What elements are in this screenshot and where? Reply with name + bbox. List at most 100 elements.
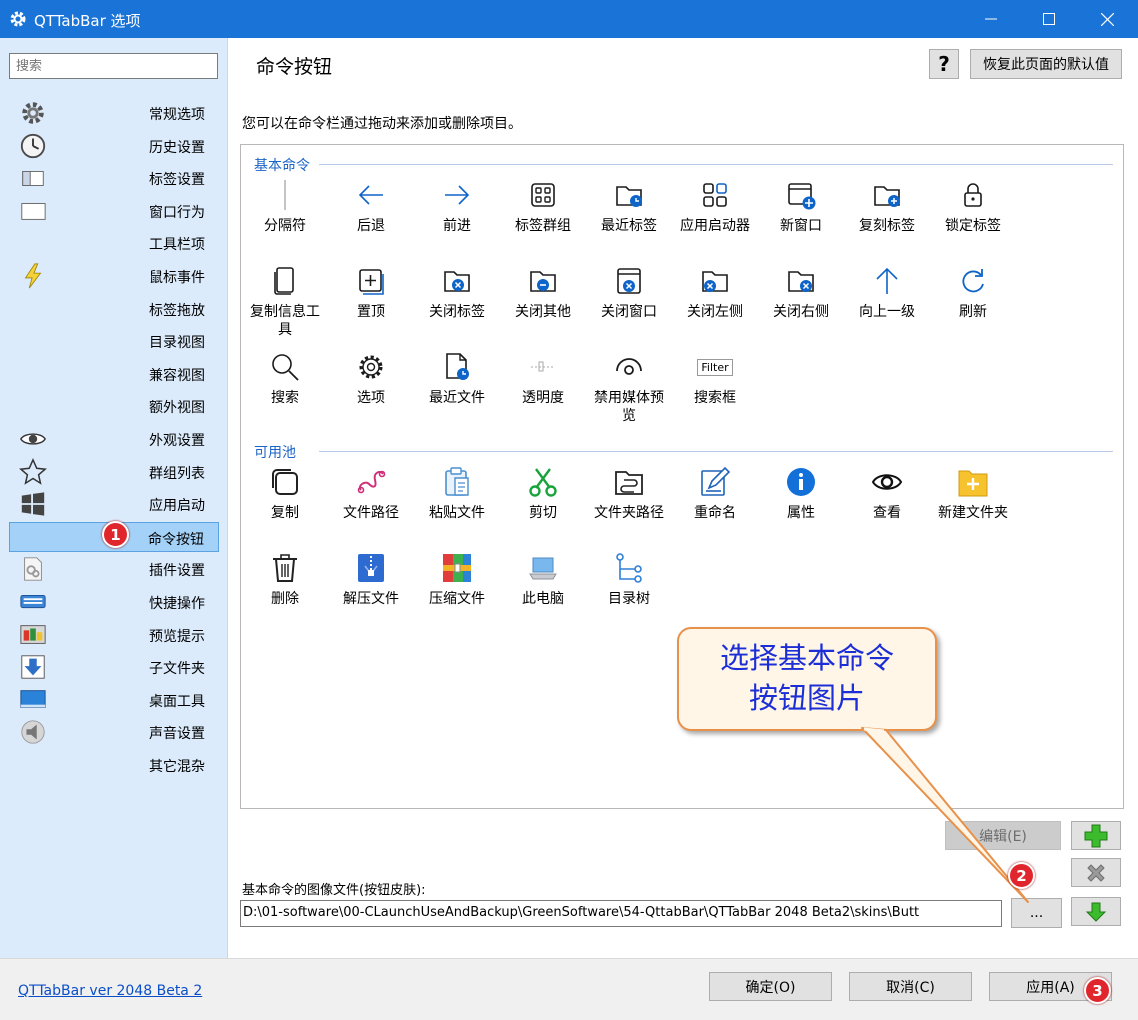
sidebar-item[interactable]: 子文件夹 bbox=[9, 652, 219, 682]
sidebar: 常规选项历史设置标签设置窗口行为工具栏项鼠标事件标签拖放目录视图兼容视图额外视图… bbox=[0, 38, 228, 958]
sidebar-item-label: 常规选项 bbox=[149, 107, 205, 123]
sidebar-item[interactable]: 历史设置 bbox=[9, 131, 219, 161]
add-button[interactable] bbox=[1071, 821, 1121, 850]
close-others-icon bbox=[500, 263, 586, 299]
version-link[interactable]: QTTabBar ver 2048 Beta 2 bbox=[18, 983, 202, 999]
move-down-button[interactable] bbox=[1071, 897, 1121, 926]
command-item[interactable]: 置顶 bbox=[328, 263, 414, 321]
sidebar-item[interactable]: 额外视图 bbox=[9, 391, 219, 421]
sidebar-item-label: 群组列表 bbox=[149, 465, 205, 482]
command-label: 透明度 bbox=[522, 390, 564, 406]
command-item[interactable]: 最近文件 bbox=[414, 349, 500, 407]
sidebar-item[interactable]: 窗口行为 bbox=[9, 196, 219, 226]
sidebar-item-label: 鼠标事件 bbox=[149, 270, 205, 286]
sidebar-item-label: 其它混杂 bbox=[149, 759, 205, 775]
sidebar-item[interactable]: 群组列表 bbox=[9, 457, 219, 487]
command-item[interactable]: 后退 bbox=[328, 177, 414, 235]
sidebar-item[interactable]: 标签拖放 bbox=[9, 294, 219, 324]
command-item[interactable]: 前进 bbox=[414, 177, 500, 235]
separator-icon bbox=[242, 177, 328, 213]
command-label: 应用启动器 bbox=[680, 218, 750, 234]
sidebar-item[interactable]: 桌面工具 bbox=[9, 685, 219, 715]
help-button[interactable]: ? bbox=[929, 49, 959, 79]
command-item[interactable]: 搜索 bbox=[242, 349, 328, 407]
browse-button[interactable]: ... bbox=[1011, 898, 1062, 928]
edit-button[interactable]: 编辑(E) bbox=[945, 821, 1061, 850]
command-label: 选项 bbox=[357, 390, 385, 406]
command-item[interactable]: 关闭标签 bbox=[414, 263, 500, 321]
sidebar-item[interactable]: 应用启动 bbox=[9, 489, 219, 519]
command-item[interactable]: 压缩文件 bbox=[414, 550, 500, 608]
command-label: 文件夹路径 bbox=[594, 505, 664, 521]
lightning-icon bbox=[18, 262, 48, 290]
command-item[interactable]: 关闭右侧 bbox=[758, 263, 844, 321]
command-item[interactable]: 查看 bbox=[844, 464, 930, 522]
command-item[interactable]: 标签群组 bbox=[500, 177, 586, 235]
command-item[interactable]: 分隔符 bbox=[242, 177, 328, 235]
cancel-button[interactable]: 取消(C) bbox=[849, 972, 972, 1001]
sidebar-item[interactable]: 工具栏项 bbox=[9, 228, 219, 258]
sidebar-item-label: 目录视图 bbox=[149, 335, 205, 352]
command-item[interactable]: 重命名 bbox=[672, 464, 758, 522]
command-item[interactable]: 新建文件夹 bbox=[930, 464, 1016, 522]
command-item[interactable]: Filter 搜索框 bbox=[672, 349, 758, 407]
command-label: 重命名 bbox=[694, 505, 736, 521]
window-icon bbox=[18, 197, 48, 225]
command-item[interactable]: 关闭左侧 bbox=[672, 263, 758, 321]
command-item[interactable]: 刷新 bbox=[930, 263, 1016, 321]
command-item[interactable]: 此电脑 bbox=[500, 550, 586, 608]
command-item[interactable]: 选项 bbox=[328, 349, 414, 407]
sidebar-item[interactable]: 鼠标事件 bbox=[9, 261, 219, 291]
skin-path-field[interactable]: D:\01-software\00-CLaunchUseAndBackup\Gr… bbox=[240, 900, 1002, 927]
command-item[interactable]: 复刻标签 bbox=[844, 177, 930, 235]
search-input[interactable] bbox=[9, 53, 218, 79]
compress-icon bbox=[414, 550, 500, 586]
command-item[interactable]: 锁定标签 bbox=[930, 177, 1016, 235]
sidebar-item-label: 标签设置 bbox=[149, 172, 205, 189]
rename-icon bbox=[672, 464, 758, 500]
search-icon bbox=[242, 349, 328, 385]
close-button[interactable] bbox=[1082, 0, 1132, 38]
command-item[interactable]: 解压文件 bbox=[328, 550, 414, 608]
command-item[interactable]: 新窗口 bbox=[758, 177, 844, 235]
sidebar-item[interactable]: 兼容视图 bbox=[9, 359, 219, 389]
sidebar-item[interactable]: 外观设置 bbox=[9, 424, 219, 454]
command-item[interactable]: 关闭窗口 bbox=[586, 263, 672, 321]
command-label: 此电脑 bbox=[522, 591, 564, 607]
sidebar-item[interactable]: 预览提示 bbox=[9, 620, 219, 650]
sidebar-item[interactable]: 其它混杂 bbox=[9, 750, 219, 780]
command-item[interactable]: 文件夹路径 bbox=[586, 464, 672, 522]
command-item[interactable]: 目录树 bbox=[586, 550, 672, 608]
command-item[interactable]: 向上一级 bbox=[844, 263, 930, 321]
command-item[interactable]: 禁用媒体预览 bbox=[586, 349, 672, 425]
command-item[interactable]: 属性 bbox=[758, 464, 844, 522]
command-label: 剪切 bbox=[529, 505, 557, 521]
sidebar-item[interactable]: 插件设置 bbox=[9, 554, 219, 584]
sidebar-item[interactable]: 声音设置 bbox=[9, 717, 219, 747]
command-item[interactable]: 复制信息工具 bbox=[242, 263, 328, 339]
command-item[interactable]: 删除 bbox=[242, 550, 328, 608]
command-item[interactable]: 最近标签 bbox=[586, 177, 672, 235]
windows-logo-icon bbox=[18, 490, 48, 518]
maximize-button[interactable] bbox=[1024, 0, 1074, 38]
command-label: 最近标签 bbox=[601, 218, 657, 234]
command-label: 关闭标签 bbox=[429, 304, 485, 320]
command-item[interactable]: 应用启动器 bbox=[672, 177, 758, 235]
command-label: 复制 bbox=[271, 505, 299, 521]
sidebar-item[interactable]: 标签设置 bbox=[9, 163, 219, 193]
ok-button[interactable]: 确定(O) bbox=[709, 972, 832, 1001]
command-label: 属性 bbox=[787, 505, 815, 521]
command-item[interactable]: 透明度 bbox=[500, 349, 586, 407]
command-item[interactable]: 复制 bbox=[242, 464, 328, 522]
sidebar-item[interactable]: 常规选项 bbox=[9, 98, 219, 128]
remove-button[interactable] bbox=[1071, 858, 1121, 887]
minimize-button[interactable] bbox=[966, 0, 1016, 38]
command-item[interactable]: 文件路径 bbox=[328, 464, 414, 522]
sidebar-item[interactable]: 快捷操作 bbox=[9, 587, 219, 617]
command-item[interactable]: 剪切 bbox=[500, 464, 586, 522]
command-item[interactable]: 关闭其他 bbox=[500, 263, 586, 321]
command-item[interactable]: 粘贴文件 bbox=[414, 464, 500, 522]
reset-defaults-button[interactable]: 恢复此页面的默认值 bbox=[970, 49, 1122, 79]
trash-icon bbox=[242, 550, 328, 586]
sidebar-item[interactable]: 目录视图 bbox=[9, 326, 219, 356]
